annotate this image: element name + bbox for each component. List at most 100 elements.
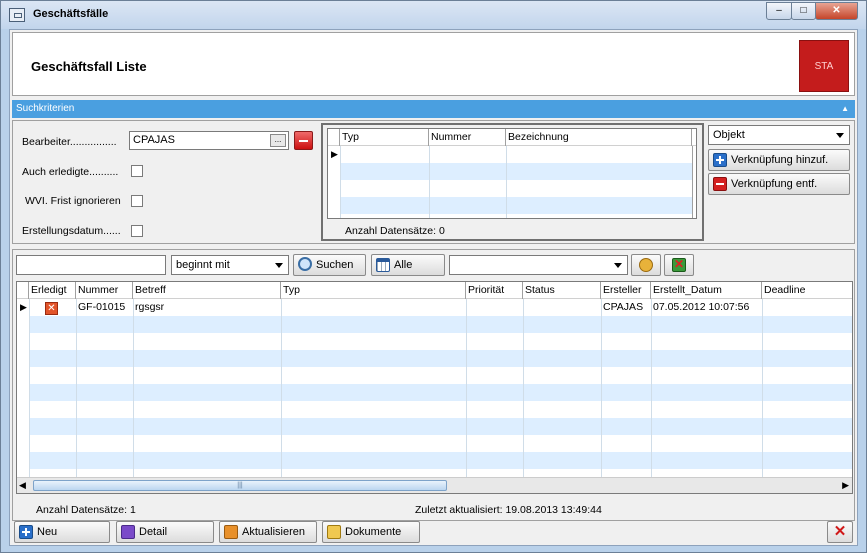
auch-erledigte-checkbox[interactable] xyxy=(131,165,143,177)
red-cross-icon: ✕ xyxy=(833,523,847,540)
bearbeiter-label: Bearbeiter................ xyxy=(22,136,117,148)
wvl-frist-checkbox[interactable] xyxy=(131,195,143,207)
table-row[interactable] xyxy=(29,333,852,350)
wvl-frist-label: WVI. Frist ignorieren xyxy=(25,195,121,207)
all-button[interactable]: Alle xyxy=(371,254,445,276)
link-grid[interactable]: Typ Nummer Bezeichnung ▶ xyxy=(327,128,697,219)
col-typ[interactable]: Typ xyxy=(281,282,466,299)
col-prioritaet[interactable]: Priorität xyxy=(466,282,523,299)
search-criteria-panel: Bearbeiter................ CPAJAS ... Au… xyxy=(12,120,855,244)
col-erledigt[interactable]: Erledigt xyxy=(29,282,76,299)
page-header: Geschäftsfall Liste STA xyxy=(12,32,855,96)
object-type-select[interactable]: Objekt xyxy=(708,125,850,145)
application-window: Geschäftsfälle – □ ✕ Geschäftsfall Liste… xyxy=(0,0,867,553)
col-ersteller[interactable]: Ersteller xyxy=(601,282,651,299)
table-row[interactable] xyxy=(29,350,852,367)
table-row[interactable] xyxy=(29,418,852,435)
documents-button-label: Dokumente xyxy=(345,526,402,538)
refresh-button[interactable]: Aktualisieren xyxy=(219,521,317,543)
export-button[interactable]: ✕ xyxy=(664,254,694,276)
auch-erledigte-label: Auch erledigte.......... xyxy=(22,166,119,178)
table-row[interactable] xyxy=(29,316,852,333)
minus-icon xyxy=(713,177,727,191)
magnifier-icon xyxy=(298,257,312,271)
col-typ[interactable]: Typ xyxy=(340,129,429,146)
add-link-button[interactable]: Verknüpfung hinzuf. xyxy=(708,149,850,171)
search-criteria-title: Suchkriterien xyxy=(16,103,75,114)
results-count: Anzahl Datensätze: 1 xyxy=(36,504,136,516)
remove-link-button[interactable]: Verknüpfung entf. xyxy=(708,173,850,195)
remove-link-label: Verknüpfung entf. xyxy=(731,178,818,190)
col-bezeichnung[interactable]: Bezeichnung xyxy=(506,129,692,146)
plus-icon xyxy=(713,153,727,167)
cell-betreff: rgsgsr xyxy=(135,301,165,313)
scroll-thumb[interactable]: ||| xyxy=(33,480,447,491)
scroll-right-icon[interactable]: ▶ xyxy=(842,480,849,491)
cell-nummer: GF-01015 xyxy=(78,301,126,313)
new-button[interactable]: Neu xyxy=(14,521,110,543)
link-grid-row[interactable] xyxy=(340,163,692,180)
refresh-icon xyxy=(224,525,238,539)
table-row[interactable] xyxy=(29,367,852,384)
table-row[interactable] xyxy=(29,401,852,418)
link-grid-row[interactable] xyxy=(340,197,692,214)
plus-icon xyxy=(19,525,33,539)
pencil-icon xyxy=(121,525,135,539)
table-row[interactable] xyxy=(29,384,852,401)
bearbeiter-browse-button[interactable]: ... xyxy=(270,134,286,147)
page-title: Geschäftsfall Liste xyxy=(31,59,147,74)
search-button-label: Suchen xyxy=(316,259,354,271)
row-pointer-icon: ▶ xyxy=(20,302,27,312)
col-status[interactable]: Status xyxy=(523,282,601,299)
minimize-button[interactable]: – xyxy=(766,2,792,20)
calendar-icon xyxy=(376,258,390,272)
documents-button[interactable]: Dokumente xyxy=(322,521,420,543)
col-nummer[interactable]: Nummer xyxy=(76,282,133,299)
refresh-button-label: Aktualisieren xyxy=(242,526,305,538)
search-button[interactable]: Suchen xyxy=(293,254,366,276)
action-button[interactable] xyxy=(631,254,661,276)
maximize-button[interactable]: □ xyxy=(791,2,816,20)
col-betreff[interactable]: Betreff xyxy=(133,282,281,299)
collapse-icon[interactable]: ▲ xyxy=(841,100,849,118)
title-bar[interactable]: Geschäftsfälle – □ ✕ xyxy=(1,1,866,29)
col-nummer[interactable]: Nummer xyxy=(429,129,506,146)
table-row[interactable] xyxy=(29,452,852,469)
cases-grid[interactable]: Erledigt Nummer Betreff Typ Priorität St… xyxy=(16,281,853,494)
coins-icon xyxy=(639,258,653,272)
col-erstellt-datum[interactable]: Erstellt_Datum xyxy=(651,282,762,299)
search-criteria-header[interactable]: Suchkriterien ▲ xyxy=(12,100,855,118)
bearbeiter-value: CPAJAS xyxy=(133,134,175,146)
detail-button[interactable]: Detail xyxy=(116,521,214,543)
folder-icon xyxy=(327,525,341,539)
link-grid-row[interactable] xyxy=(328,180,692,197)
scroll-left-icon[interactable]: ◀ xyxy=(19,480,26,491)
match-mode-select[interactable]: beginnt mit xyxy=(171,255,289,275)
cross-icon: ✕ xyxy=(674,257,685,271)
footer-toolbar: Neu Detail Aktualisieren Dokumente ✕ xyxy=(12,521,855,545)
window-icon[interactable] xyxy=(9,8,25,22)
table-row[interactable]: ▶ ✕ GF-01015 rgsgsr CPAJAS 07.05.2012 10… xyxy=(17,299,852,316)
cases-grid-header: Erledigt Nummer Betreff Typ Priorität St… xyxy=(17,282,852,299)
add-link-label: Verknüpfung hinzuf. xyxy=(731,154,829,166)
exit-button[interactable]: ✕ xyxy=(827,521,853,543)
bearbeiter-field[interactable]: CPAJAS ... xyxy=(129,131,289,150)
horizontal-scrollbar[interactable]: ◀ ||| ▶ xyxy=(17,477,852,493)
filter-select[interactable] xyxy=(449,255,628,275)
new-button-label: Neu xyxy=(37,526,58,538)
link-grid-panel: Typ Nummer Bezeichnung ▶ Anzahl Datensät… xyxy=(321,123,704,241)
col-deadline[interactable]: Deadline xyxy=(762,282,852,299)
link-grid-count: Anzahl Datensätze: 0 xyxy=(345,225,445,237)
cell-erstellt-datum: 07.05.2012 10:07:56 xyxy=(653,301,750,313)
clear-bearbeiter-button[interactable] xyxy=(294,131,313,150)
erledigt-cross-icon[interactable]: ✕ xyxy=(45,302,58,315)
search-input[interactable] xyxy=(16,255,166,275)
close-button[interactable]: ✕ xyxy=(815,2,858,20)
cell-ersteller: CPAJAS xyxy=(603,301,644,313)
link-grid-header: Typ Nummer Bezeichnung xyxy=(328,129,696,146)
table-row[interactable] xyxy=(29,435,852,452)
erstellungsdatum-checkbox[interactable] xyxy=(131,225,143,237)
link-grid-row[interactable]: ▶ xyxy=(328,146,692,163)
window-title: Geschäftsfälle xyxy=(33,8,109,20)
client-area: Geschäftsfall Liste STA Suchkriterien ▲ … xyxy=(9,29,858,546)
